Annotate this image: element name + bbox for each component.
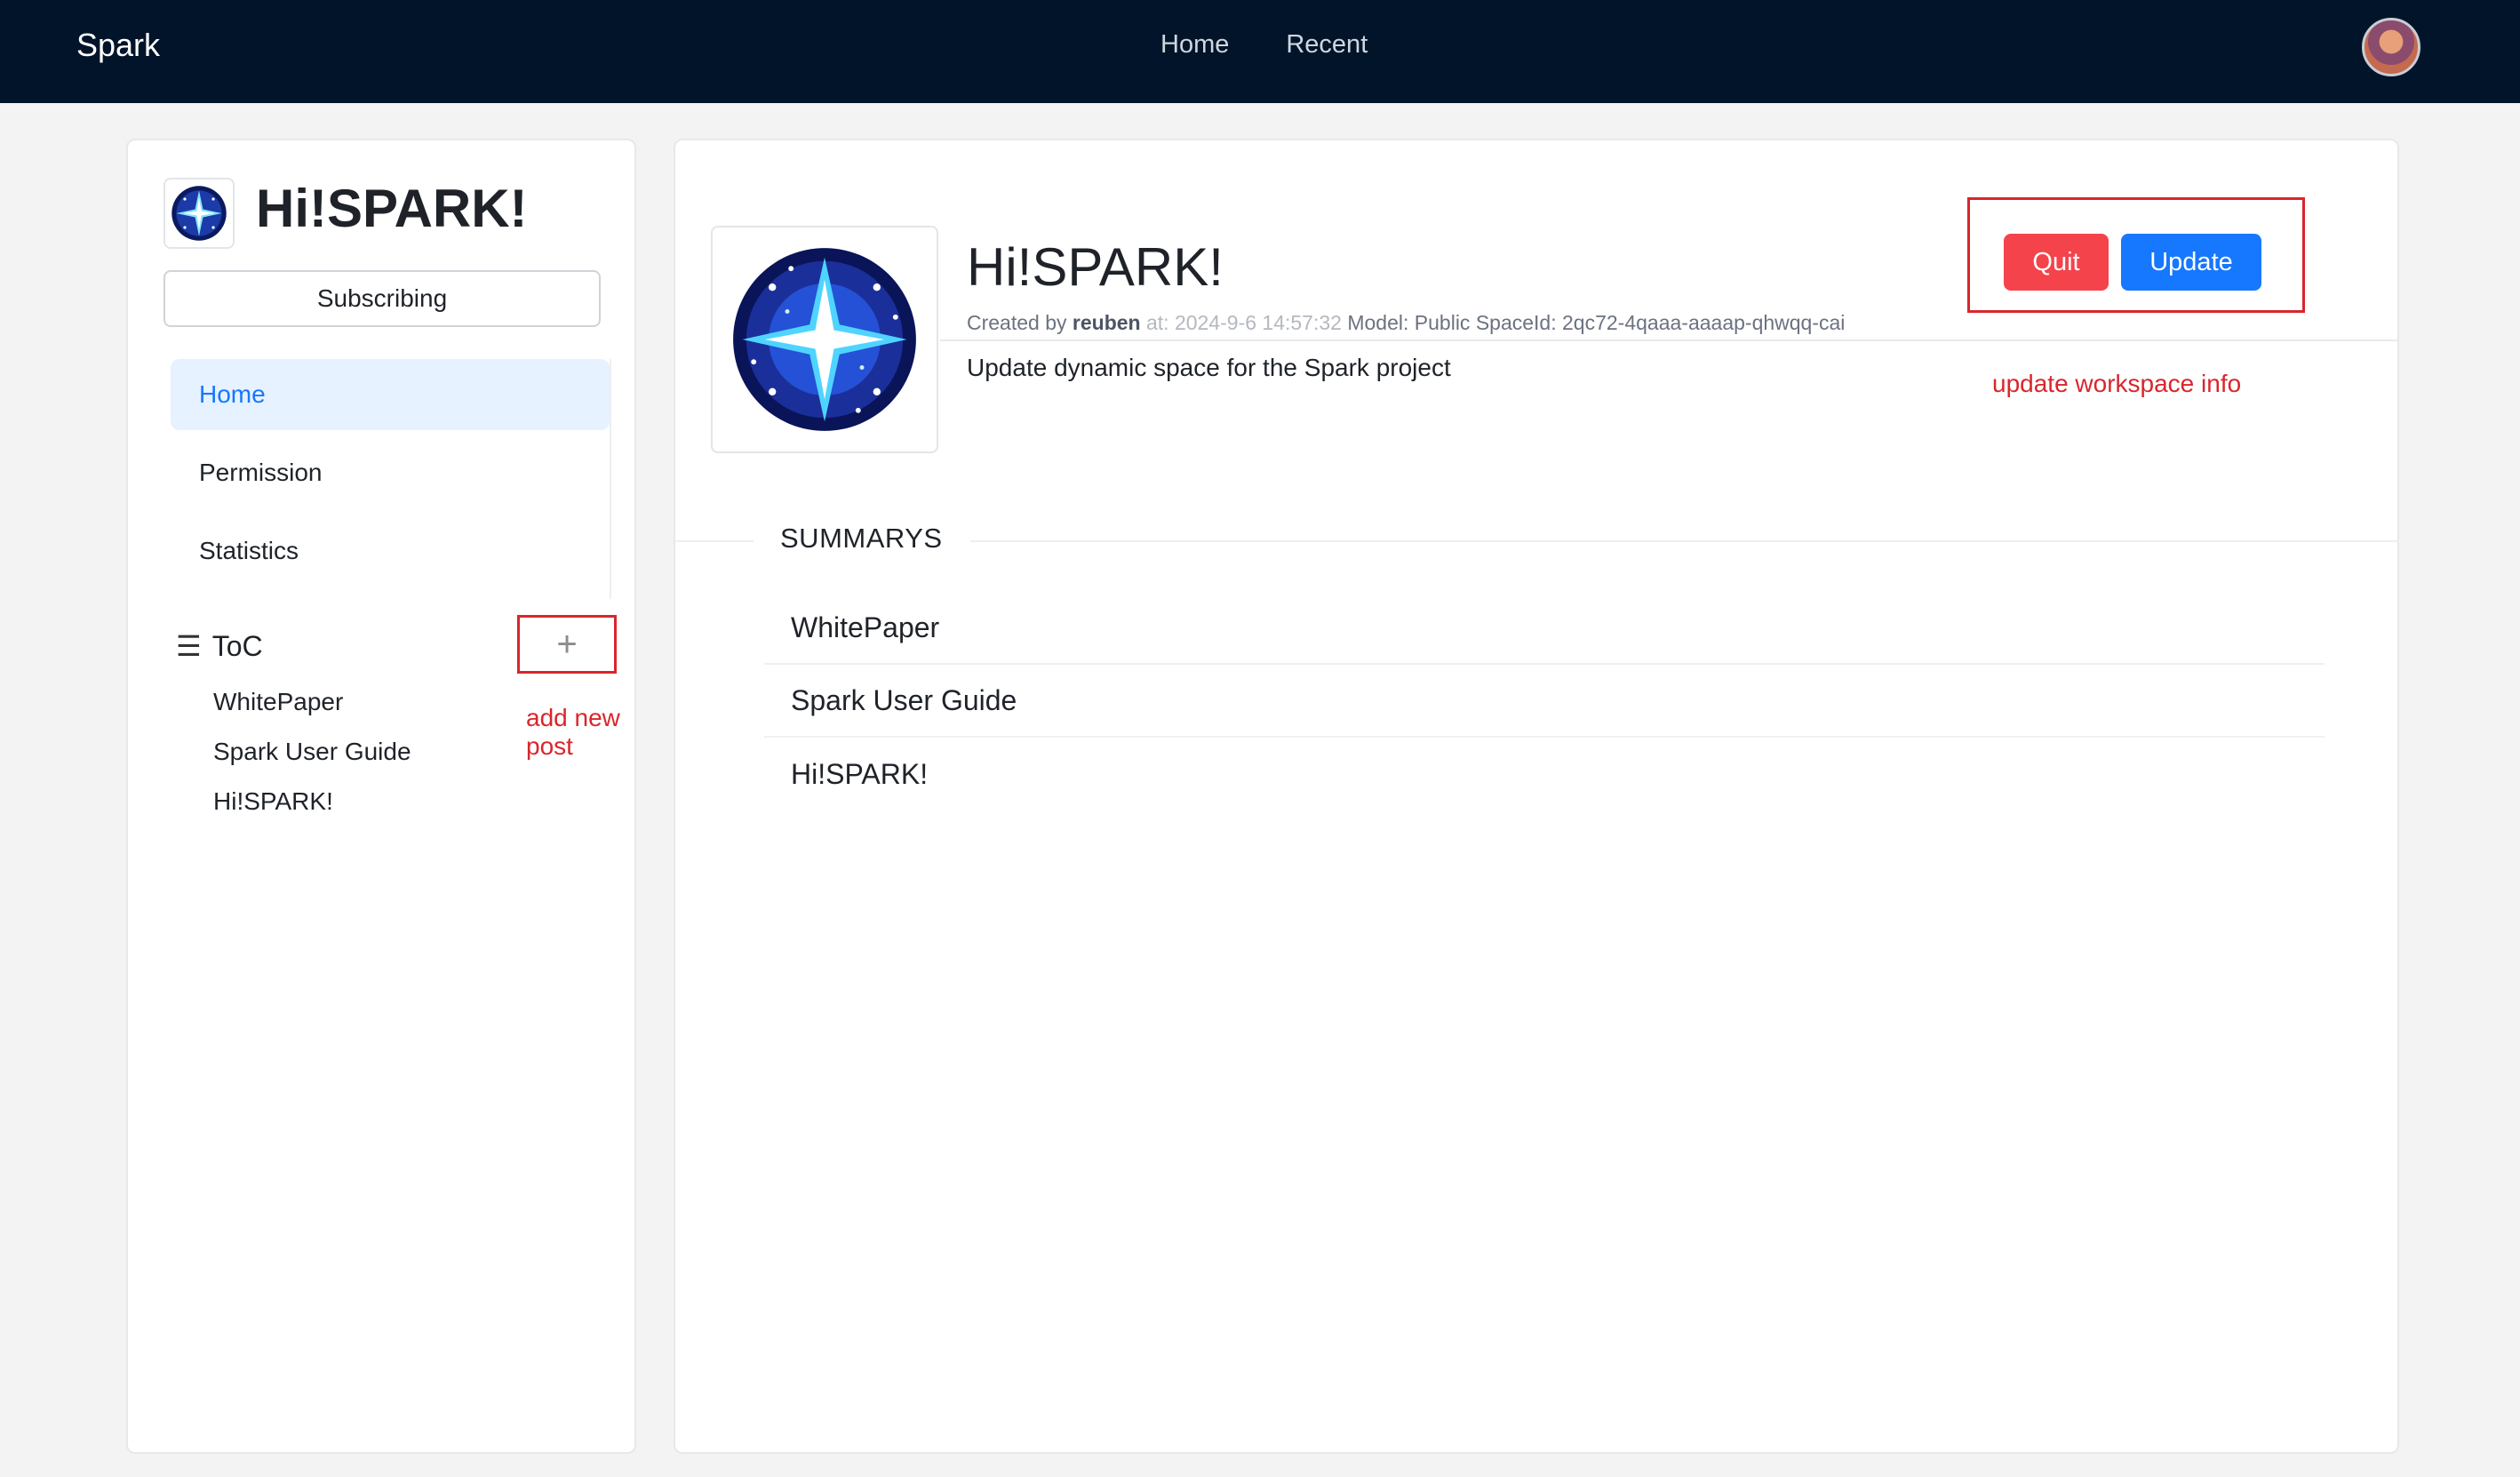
toc-list: WhitePaper Spark User Guide Hi!SPARK! bbox=[213, 677, 411, 826]
actions-highlight: Quit Update bbox=[1967, 197, 2305, 313]
toc-item-whitepaper[interactable]: WhitePaper bbox=[213, 677, 411, 727]
workspace-meta: Created by reuben at: 2024-9-6 14:57:32 … bbox=[967, 311, 1845, 335]
created-by-label: Created by bbox=[967, 311, 1067, 334]
toc-item-user-guide[interactable]: Spark User Guide bbox=[213, 727, 411, 777]
menu-icon: ☰ bbox=[176, 630, 202, 662]
workspace-title: Hi!SPARK! bbox=[256, 179, 528, 238]
sidebar-item-home[interactable]: Home bbox=[171, 359, 610, 430]
at-label: at: bbox=[1145, 311, 1169, 334]
user-avatar[interactable] bbox=[2362, 18, 2420, 76]
update-annotation: update workspace info bbox=[1992, 370, 2242, 397]
update-button[interactable]: Update bbox=[2121, 234, 2261, 291]
toc-item-hispark[interactable]: Hi!SPARK! bbox=[213, 777, 411, 826]
plus-icon: + bbox=[556, 625, 578, 664]
space-id-label: SpaceId: bbox=[1475, 311, 1557, 334]
summary-item-whitepaper[interactable]: WhitePaper bbox=[764, 592, 2325, 665]
top-nav: Home Recent bbox=[1160, 30, 1368, 60]
star-logo-icon bbox=[163, 178, 235, 249]
nav-home[interactable]: Home bbox=[1160, 30, 1229, 60]
star-logo-icon bbox=[711, 226, 938, 453]
main-workspace-title: Hi!SPARK! bbox=[967, 237, 1224, 297]
summaries-divider-left bbox=[675, 540, 754, 542]
brand-logo-text[interactable]: Spark bbox=[76, 27, 160, 64]
summaries-list: WhitePaper Spark User Guide Hi!SPARK! bbox=[764, 592, 2325, 810]
model-label: Model: bbox=[1347, 311, 1409, 334]
summaries-title: SUMMARYS bbox=[780, 523, 943, 554]
author-name: reuben bbox=[1072, 311, 1141, 334]
workspace-description: Update dynamic space for the Spark proje… bbox=[967, 354, 1451, 381]
top-navbar: Spark Home Recent bbox=[0, 0, 2520, 103]
summaries-divider-right bbox=[970, 540, 2399, 542]
toc-label: ToC bbox=[211, 629, 263, 662]
model-value: Public bbox=[1414, 311, 1471, 334]
meta-divider bbox=[940, 339, 2397, 341]
sidebar-menu: Home Permission Statistics bbox=[171, 359, 611, 599]
nav-recent[interactable]: Recent bbox=[1286, 30, 1368, 60]
created-at: 2024-9-6 14:57:32 bbox=[1174, 311, 1342, 334]
summary-item-hispark[interactable]: Hi!SPARK! bbox=[764, 738, 2325, 810]
subscribing-button[interactable]: Subscribing bbox=[163, 270, 601, 327]
sidebar-item-statistics[interactable]: Statistics bbox=[171, 515, 610, 587]
quit-button[interactable]: Quit bbox=[2004, 234, 2109, 291]
add-post-button[interactable]: + bbox=[517, 615, 617, 674]
sidebar-panel: Hi!SPARK! Subscribing Home Permission St… bbox=[126, 139, 636, 1454]
toc-header: ☰ ToC bbox=[176, 629, 263, 663]
sidebar-item-permission[interactable]: Permission bbox=[171, 437, 610, 508]
summary-item-user-guide[interactable]: Spark User Guide bbox=[764, 665, 2325, 738]
space-id-value: 2qc72-4qaaa-aaaap-qhwqq-cai bbox=[1562, 311, 1846, 334]
main-panel: Hi!SPARK! Created by reuben at: 2024-9-6… bbox=[674, 139, 2399, 1454]
add-post-annotation: add new post bbox=[526, 704, 620, 760]
